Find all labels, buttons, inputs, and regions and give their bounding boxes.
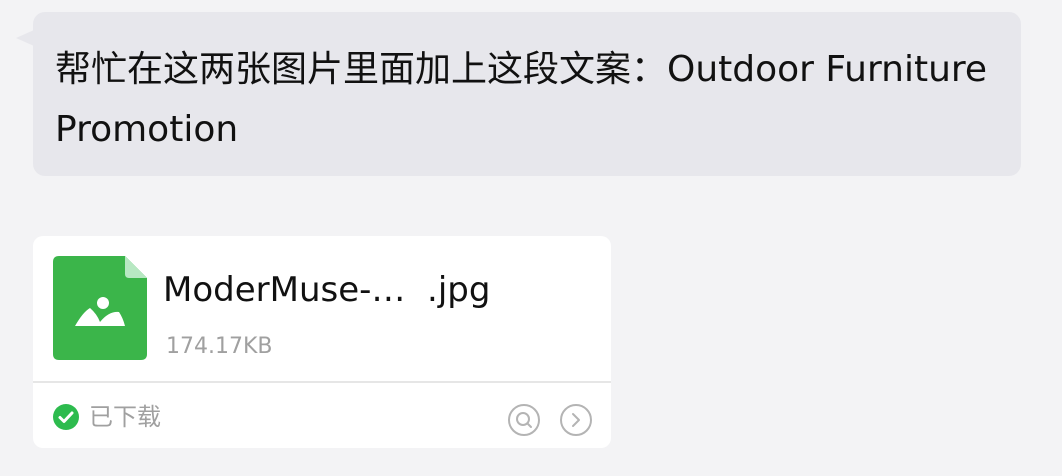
download-status: 已下载: [53, 400, 161, 434]
message-text: 帮忙在这两张图片里面加上这段文案：Outdoor Furniture Promo…: [55, 49, 988, 150]
chevron-right-circle-icon[interactable]: [559, 403, 593, 437]
message-bubble-tail: [16, 30, 34, 46]
file-name: ModerMuse-… .jpg: [163, 270, 491, 310]
card-divider: [33, 381, 611, 383]
file-card[interactable]: ModerMuse-… .jpg 174.17KB 已下载: [33, 236, 611, 448]
status-label: 已下载: [89, 403, 161, 431]
message-bubble: 帮忙在这两张图片里面加上这段文案：Outdoor Furniture Promo…: [33, 12, 1021, 176]
search-circle-icon[interactable]: [507, 403, 541, 437]
image-file-icon: [53, 256, 147, 360]
file-size: 174.17KB: [166, 334, 273, 359]
check-circle-icon: [53, 404, 79, 430]
